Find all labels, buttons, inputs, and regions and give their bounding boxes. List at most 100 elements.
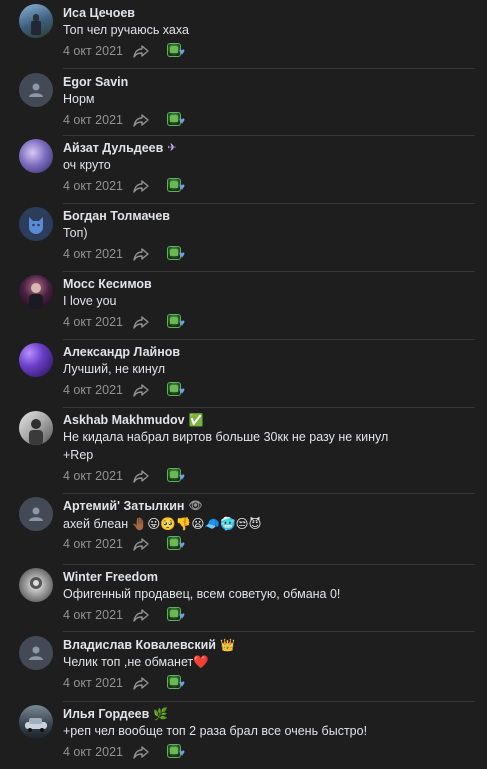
comment-text: I love you [63,294,117,308]
crown-icon: 👑 [219,638,235,652]
comment-date[interactable]: 4 окт 2021 [63,179,123,193]
comment-author[interactable]: Владислав Ковалевский 👑 [63,637,475,653]
share-icon[interactable] [133,745,149,759]
liked-by-author[interactable]: ♥ [167,466,189,486]
comment-text: оч круто [63,158,111,172]
comment-author[interactable]: Мосс Кесимов [63,276,475,292]
comment-date[interactable]: 4 окт 2021 [63,745,123,759]
comment-text: Топ чел ручаюсь хаха [63,23,189,37]
share-icon[interactable] [133,608,149,622]
heart-icon: ♥ [179,386,185,397]
comment-text: +реп чел вообще топ 2 раза брал все очен… [63,724,368,738]
comment-item: Артемий' Затылкин 👁 ахей блеан 🤚🏾😛🥺👎😦🧢🥶😒😈… [0,493,487,564]
comment-author[interactable]: Иса Цечоев [63,5,475,21]
heart-icon: ♥ [179,116,185,127]
share-icon[interactable] [133,247,149,261]
eye-icon: 👁 [188,500,203,512]
comment-item: Богдан Толмачев Топ) 4 окт 2021 ♥ [0,203,487,271]
avatar[interactable] [19,497,53,531]
default-user-icon [29,507,43,521]
heart-icon: ♥ [179,182,185,193]
liked-by-author[interactable]: ♥ [167,176,189,196]
person-silhouette-icon [29,419,43,445]
heart-icon: ♥ [179,748,185,759]
comment-date[interactable]: 4 окт 2021 [63,44,123,58]
author-name[interactable]: Иса Цечоев [63,5,135,21]
liked-by-author[interactable]: ♥ [167,312,189,332]
comment-date[interactable]: 4 окт 2021 [63,608,123,622]
author-name[interactable]: Артемий' Затылкин [63,498,184,514]
avatar[interactable] [19,705,53,739]
comment-item: Иса Цечоев Топ чел ручаюсь хаха 4 окт 20… [0,0,487,68]
comment-text: Офигенный продавец, всем советую, обмана… [63,587,341,601]
comment-author[interactable]: Александр Лайнов [63,344,475,360]
share-icon[interactable] [133,383,149,397]
comment-item: Askhab Makhmudov ✅ Не кидала набрал вирто… [0,407,487,493]
comment-date[interactable]: 4 окт 2021 [63,315,123,329]
comment-author[interactable]: Egor Savin [63,74,475,90]
leaf-icon: 🌿 [153,707,169,721]
author-name[interactable]: Илья Гордеев [63,706,149,722]
comment-author[interactable]: Богдан Толмачев [63,208,475,224]
default-user-icon [29,83,43,97]
share-icon[interactable] [133,315,149,329]
liked-by-author[interactable]: ♥ [167,380,189,400]
avatar[interactable] [19,4,53,38]
comment-author[interactable]: Askhab Makhmudov ✅ [63,412,475,428]
comment-text: ахей блеан 🤚🏾😛🥺👎😦🧢🥶😒😈 [63,517,262,531]
comment-date[interactable]: 4 окт 2021 [63,676,123,690]
default-user-icon [29,646,43,660]
share-icon[interactable] [133,179,149,193]
share-icon[interactable] [133,676,149,690]
avatar[interactable] [19,275,53,309]
share-icon[interactable] [133,469,149,483]
liked-by-author[interactable]: ♥ [167,534,189,554]
author-name[interactable]: Мосс Кесимов [63,276,152,292]
heart-icon: ♥ [179,540,185,551]
heart-icon: ♥ [179,679,185,690]
comment-item: Winter Freedom Офигенный продавец, всем … [0,564,487,631]
share-icon[interactable] [133,113,149,127]
liked-by-author[interactable]: ♥ [167,41,189,61]
avatar[interactable] [19,636,53,670]
comment-text: Не кидала набрал виртов больше 30кк не р… [63,430,389,462]
comment-date[interactable]: 4 окт 2021 [63,113,123,127]
avatar[interactable] [19,411,53,445]
liked-by-author[interactable]: ♥ [167,742,189,762]
author-name[interactable]: Богдан Толмачев [63,208,170,224]
comment-item: Мосс Кесимов I love you 4 окт 2021 ♥ [0,271,487,339]
dog-logo-icon [29,217,43,234]
car-icon [25,718,47,732]
author-name[interactable]: Александр Лайнов [63,344,180,360]
author-name[interactable]: Askhab Makhmudov [63,412,185,428]
heart-icon: ♥ [179,250,185,261]
author-name[interactable]: Владислав Ковалевский [63,637,216,653]
avatar[interactable] [19,139,53,173]
avatar[interactable] [19,207,53,241]
author-name[interactable]: Egor Savin [63,74,128,90]
comment-date[interactable]: 4 окт 2021 [63,537,123,551]
comment-date[interactable]: 4 окт 2021 [63,247,123,261]
plane-badge-icon: ✈ [167,142,177,154]
comment-author[interactable]: Илья Гордеев 🌿 [63,706,475,722]
comment-date[interactable]: 4 окт 2021 [63,383,123,397]
avatar[interactable] [19,343,53,377]
liked-by-author[interactable]: ♥ [167,244,189,264]
avatar[interactable] [19,568,53,602]
heart-icon: ♥ [179,611,185,622]
comment-author[interactable]: Winter Freedom [63,569,475,585]
author-name[interactable]: Winter Freedom [63,569,158,585]
comment-author[interactable]: Айзат Дульдеев ✈ [63,140,475,156]
comment-text: Лучший, не кинул [63,362,165,376]
liked-by-author[interactable]: ♥ [167,673,189,693]
share-icon[interactable] [133,537,149,551]
heart-icon: ♥ [179,318,185,329]
comment-date[interactable]: 4 окт 2021 [63,469,123,483]
share-icon[interactable] [133,44,149,58]
liked-by-author[interactable]: ♥ [167,605,189,625]
comment-item: Александр Лайнов Лучший, не кинул 4 окт … [0,339,487,407]
avatar[interactable] [19,73,53,107]
author-name[interactable]: Айзат Дульдеев [63,140,163,156]
liked-by-author[interactable]: ♥ [167,110,189,130]
comment-author[interactable]: Артемий' Затылкин 👁 [63,498,475,514]
